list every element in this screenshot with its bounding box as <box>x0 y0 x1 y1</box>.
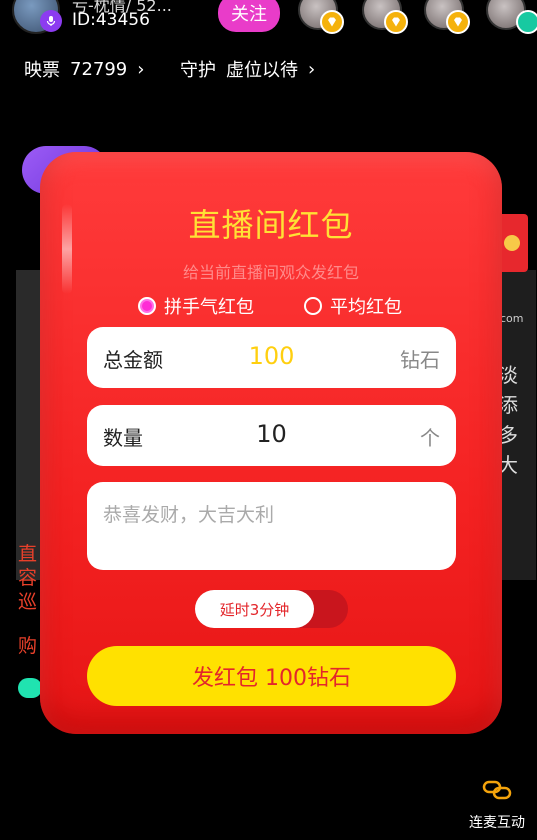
total-amount-field[interactable]: 总金额 100 钻石 <box>87 327 456 388</box>
ticket-label: 映票 <box>24 60 60 81</box>
send-red-packet-button[interactable]: 发红包 100钻石 <box>87 646 456 706</box>
viewer-avatar[interactable] <box>424 0 470 34</box>
chat-line: 容 <box>18 567 38 589</box>
host-id: ID:43456 <box>72 10 150 30</box>
background-video <box>16 270 42 580</box>
ticket-stat[interactable]: 映票 72799 › <box>24 56 144 82</box>
guard-stat[interactable]: 守护 虚位以待 › <box>180 56 315 82</box>
mic-icon <box>40 10 62 32</box>
dialog-subtitle: 给当前直播间观众发红包 <box>182 263 359 282</box>
chevron-right-icon: › <box>308 58 316 80</box>
diamond-icon <box>320 10 344 34</box>
quantity-field[interactable]: 数量 10 个 <box>87 405 456 466</box>
quantity-unit: 个 <box>420 426 440 450</box>
viewer-avatar[interactable] <box>362 0 408 34</box>
guard-value: 虚位以待 <box>226 60 298 81</box>
guard-label: 守护 <box>180 60 216 81</box>
lianmai-button[interactable]: 连麦互动 <box>462 778 532 832</box>
even-packet-option[interactable]: 平均红包 <box>304 293 402 319</box>
link-icon <box>482 780 512 800</box>
message-input[interactable]: 恭喜发财，大吉大利 <box>87 482 456 570</box>
packet-type-selector: 拼手气红包 平均红包 <box>40 293 502 319</box>
delay-toggle[interactable]: 延时3分钟 <box>195 590 348 628</box>
lianmai-label: 连麦互动 <box>469 815 525 831</box>
radio-unselected-icon <box>304 297 322 315</box>
diamond-icon <box>446 10 470 34</box>
lucky-packet-label: 拼手气红包 <box>164 297 254 318</box>
delay-label: 延时3分钟 <box>195 590 314 628</box>
chat-buy: 购 <box>18 635 38 657</box>
chevron-right-icon: › <box>137 58 145 80</box>
badge-icon <box>516 10 537 34</box>
lucky-packet-option[interactable]: 拼手气红包 <box>138 293 254 319</box>
quantity-value[interactable]: 10 <box>87 420 456 448</box>
message-placeholder: 恭喜发财，大吉大利 <box>103 504 275 526</box>
ticket-value: 72799 <box>70 58 128 80</box>
dialog-title: 直播间红包 <box>188 206 354 244</box>
top-bar: 亏-枕情/ 52... ID:43456 关注 <box>0 0 537 44</box>
follow-button[interactable]: 关注 <box>218 0 280 32</box>
chat-line: 直 <box>18 543 38 565</box>
background-text: com <box>500 312 524 325</box>
chat-line: 巡 <box>18 591 38 613</box>
total-amount-unit: 钻石 <box>400 348 440 372</box>
red-packet-dialog: 直播间红包 给当前直播间观众发红包 拼手气红包 平均红包 总金额 100 钻石 … <box>40 152 502 734</box>
even-packet-label: 平均红包 <box>330 297 402 318</box>
radio-selected-icon <box>138 297 156 315</box>
diamond-icon <box>384 10 408 34</box>
viewer-avatar[interactable] <box>486 0 537 34</box>
background-toggle[interactable] <box>18 678 42 698</box>
viewer-avatar[interactable] <box>298 0 344 34</box>
